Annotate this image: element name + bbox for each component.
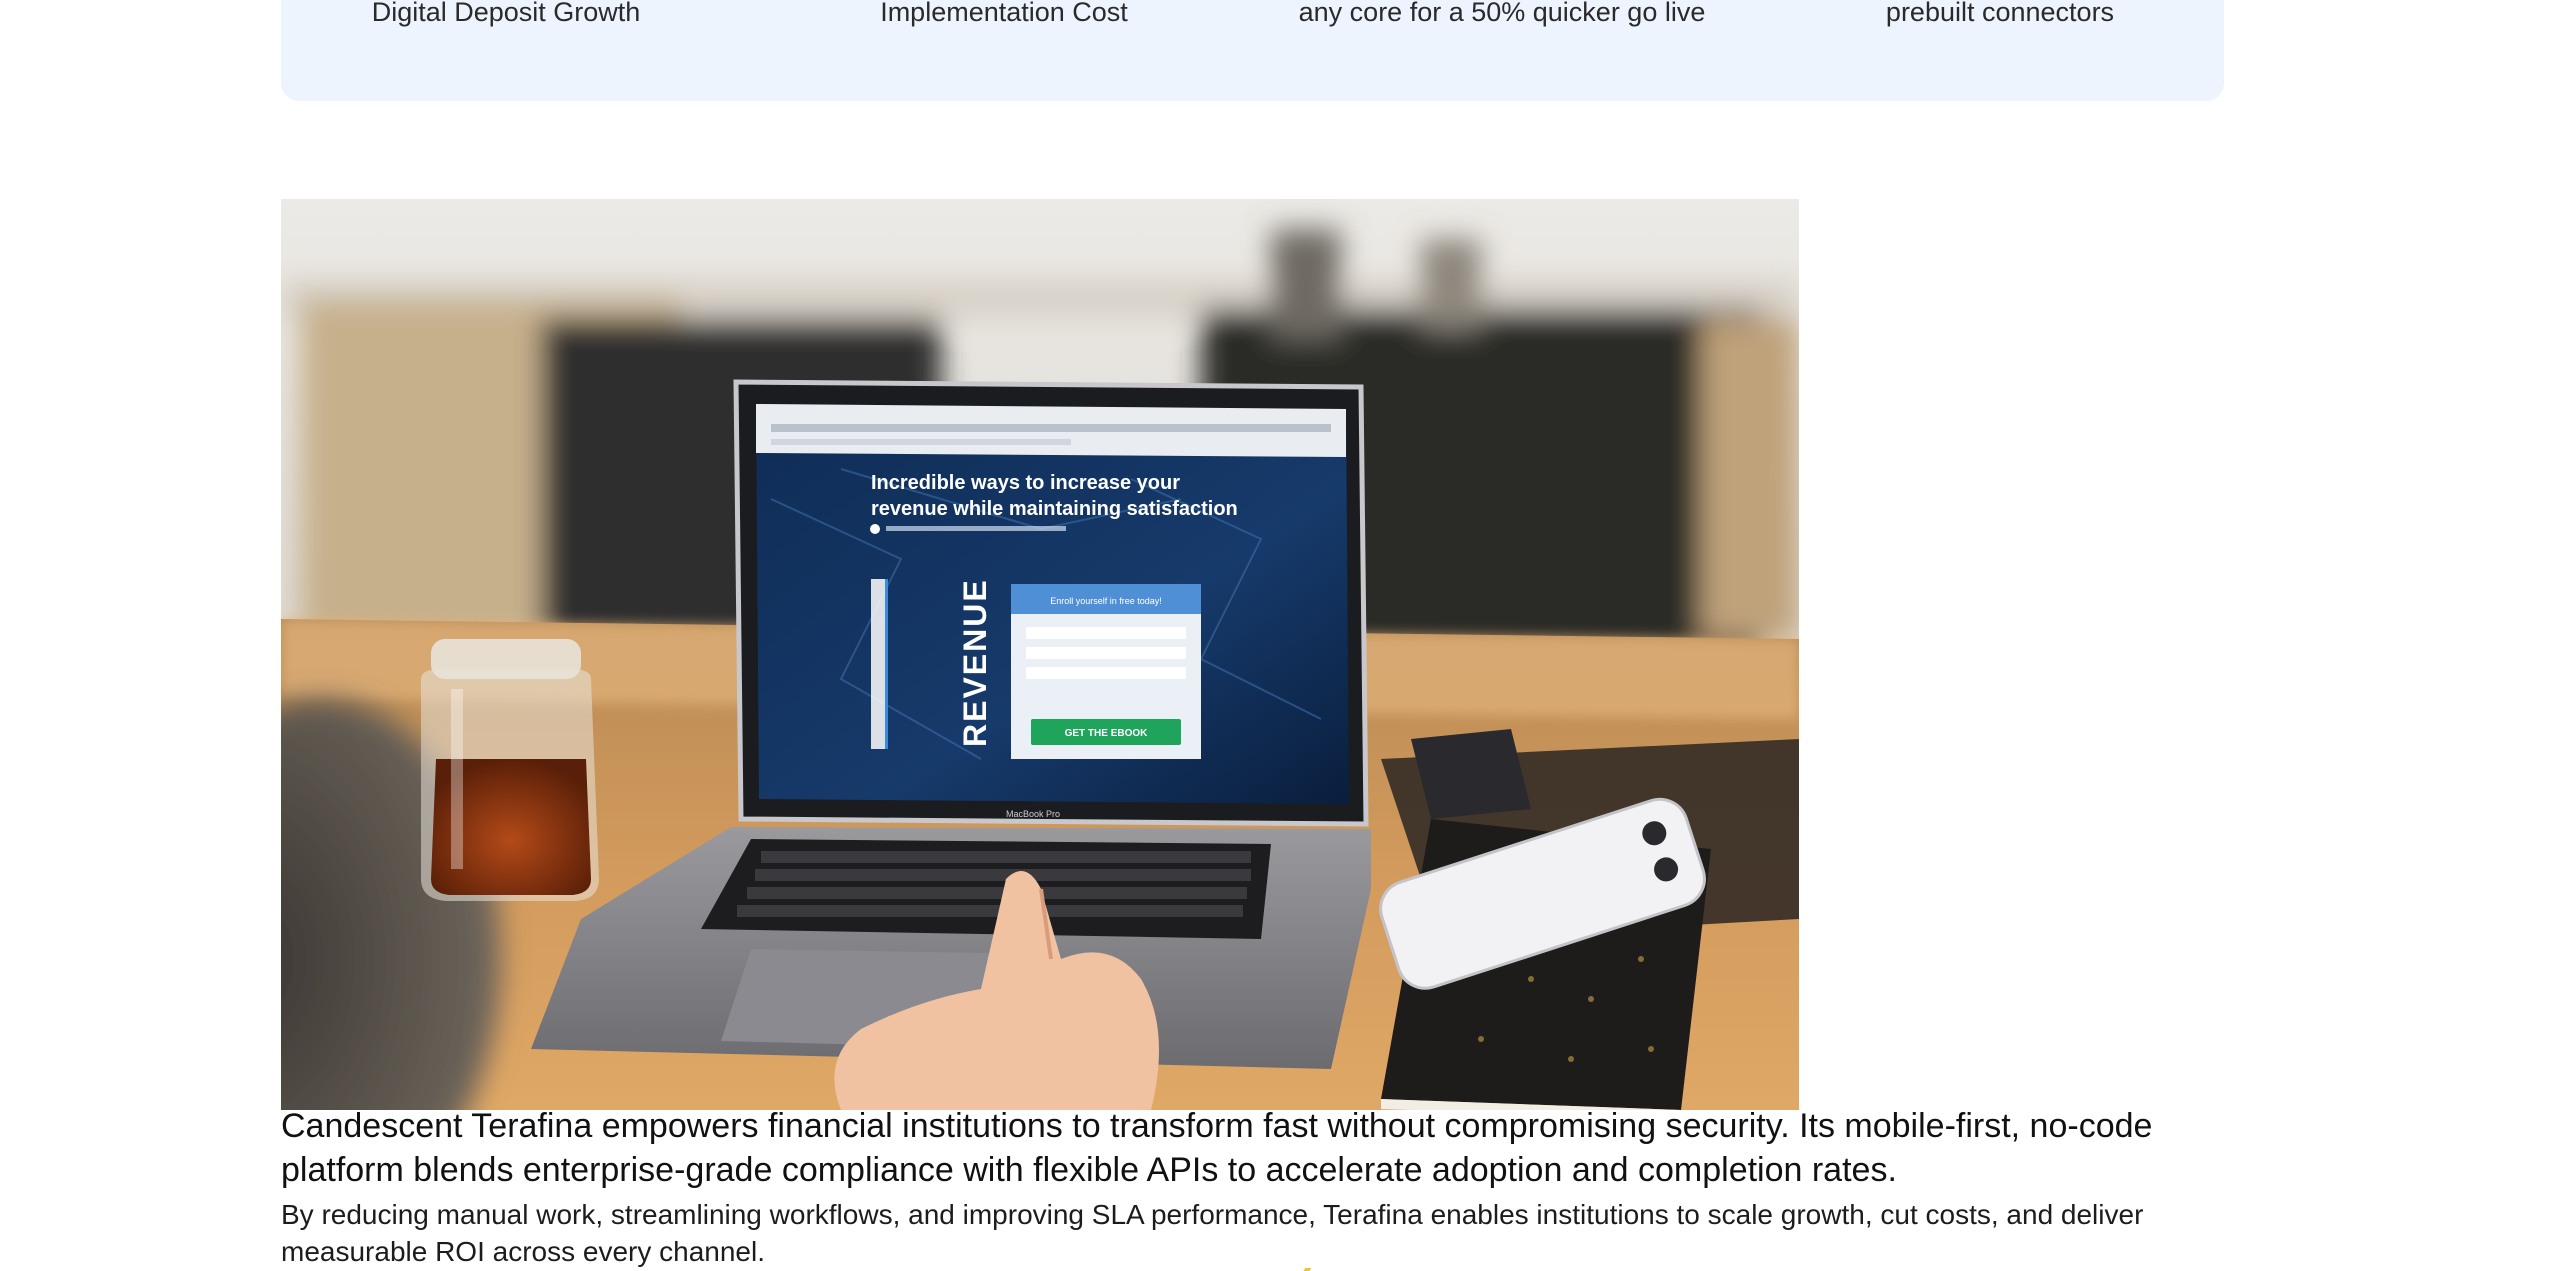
screen-vertical-title: REVENUE xyxy=(957,578,993,747)
body-paragraph: By reducing manual work, streamlining wo… xyxy=(281,1199,2144,1267)
stat-label-go-live: any core for a 50% quicker go live xyxy=(1298,0,1706,27)
stat-label-prebuilt-connectors: prebuilt connectors xyxy=(1885,0,2115,27)
laptop-brand: MacBook Pro xyxy=(1006,809,1060,819)
screen-form-title: Enroll yourself in free today! xyxy=(1050,596,1162,606)
hero-photo: Incredible ways to increase your revenue… xyxy=(281,199,1799,1110)
stat-label-digital-deposit-growth: Digital Deposit Growth xyxy=(371,0,641,27)
screen-headline-1: Incredible ways to increase your xyxy=(871,472,1180,494)
lead-paragraph: Candescent Terafina empowers financial i… xyxy=(281,1107,2153,1189)
screen-headline-2: revenue while maintaining satisfaction xyxy=(871,498,1238,520)
stat-label-implementation-cost: Implementation Cost xyxy=(880,0,1128,27)
page: Digital Deposit Growth Implementation Co… xyxy=(0,0,2552,1271)
screen-cta: GET THE EBOOK xyxy=(1065,728,1149,739)
